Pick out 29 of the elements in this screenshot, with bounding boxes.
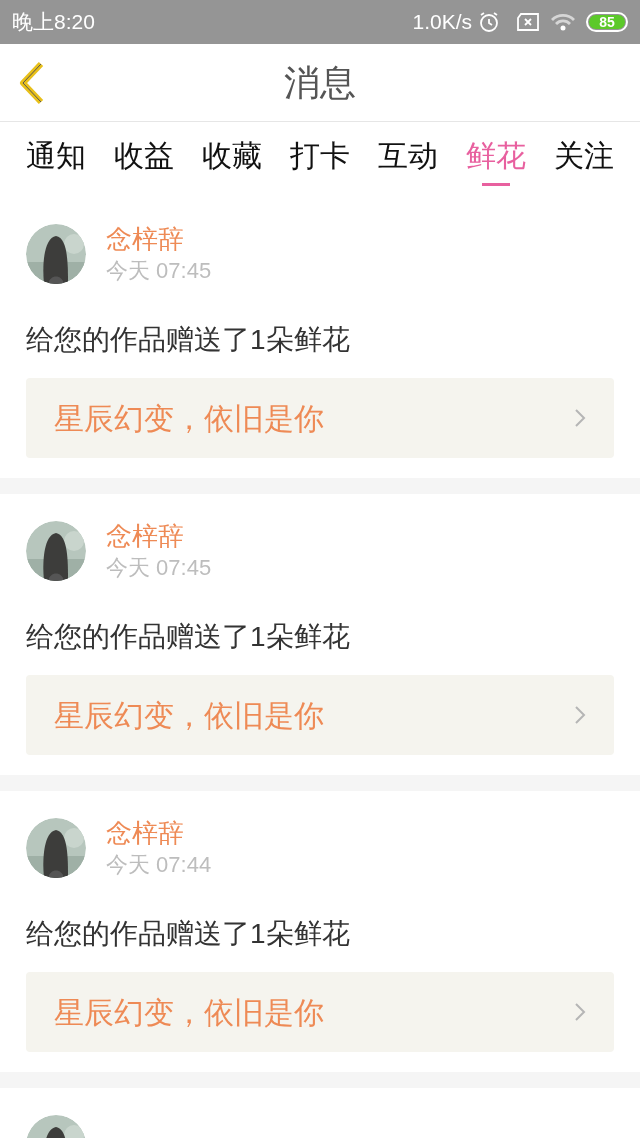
tab[interactable]: 鲜花 [466, 122, 526, 197]
tab[interactable]: 互动 [378, 122, 438, 197]
message-text: 给您的作品赠送了1朵鲜花 [26, 917, 351, 951]
message-text: 给您的作品赠送了1朵鲜花 [26, 323, 351, 357]
message-time: 今天 07:45 [106, 554, 212, 582]
user-name[interactable]: 念梓辞 [106, 816, 212, 850]
network-speed: 1.0K/s [412, 9, 472, 36]
work-link[interactable]: 星辰幻变，依旧是你 [26, 972, 614, 1052]
message-time: 今天 07:44 [106, 851, 212, 879]
user-name[interactable]: 念梓辞 [106, 222, 212, 256]
chevron-right-icon [574, 408, 586, 428]
alarm-icon [478, 11, 500, 33]
work-link[interactable]: 星辰幻变，依旧是你 [26, 378, 614, 458]
message-time: 今天 07:45 [106, 257, 212, 285]
tab[interactable]: 收益 [114, 122, 174, 197]
tab[interactable]: 收藏 [202, 122, 262, 197]
tab[interactable]: 打卡 [290, 122, 350, 197]
user-name[interactable]: 念梓辞 [106, 519, 212, 553]
message-text: 给您的作品赠送了1朵鲜花 [26, 620, 351, 654]
work-link[interactable]: 星辰幻变，依旧是你 [26, 675, 614, 755]
chevron-right-icon [574, 1002, 586, 1022]
page-title: 消息 [284, 60, 356, 105]
chevron-right-icon [574, 705, 586, 725]
tab[interactable]: 关注 [554, 122, 614, 197]
status-time: 晚上8:20 [12, 9, 95, 36]
tab[interactable]: 通知 [26, 122, 86, 197]
battery-level: 85 [589, 15, 625, 29]
wifi-icon [550, 12, 576, 32]
sim-card-icon [516, 12, 540, 32]
